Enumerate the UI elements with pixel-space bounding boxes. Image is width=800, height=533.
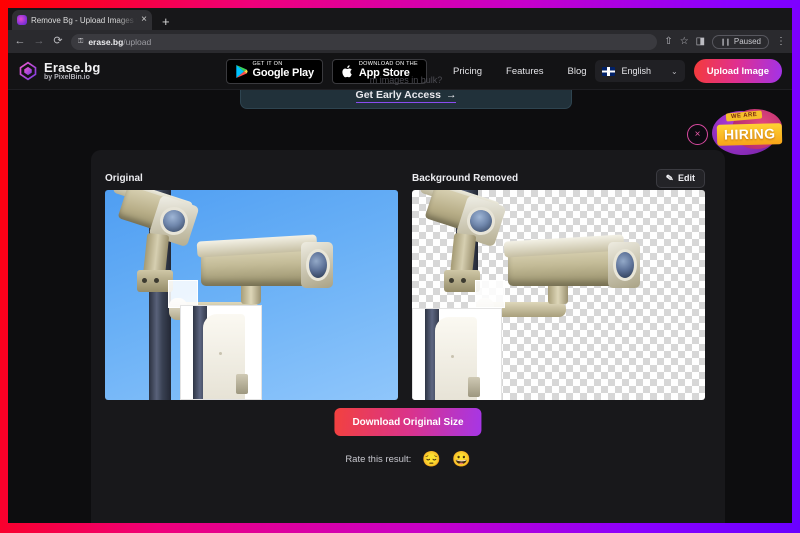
url-text: erase.bg/upload [88, 37, 151, 47]
camera2-lens [306, 249, 330, 281]
menu-icon[interactable]: ⋮ [776, 36, 786, 47]
lock-icon: ⚿ [78, 37, 84, 45]
bracket-bolt [461, 278, 466, 283]
browser-window: Remove Bg - Upload Images to × + ← → ⟳ ⚿… [8, 8, 792, 523]
background-removed-image[interactable] [412, 190, 705, 400]
site-navbar: Erase.bg by PixelBin.io GET IT ON Google… [8, 53, 792, 90]
edit-button[interactable]: ✎ Edit [656, 168, 705, 188]
panel-original-title: Original [105, 172, 143, 184]
language-value: English [621, 66, 651, 76]
overlay-clamp [468, 377, 480, 397]
rate-sad-icon[interactable]: 😔 [422, 452, 441, 467]
gradient-frame: Remove Bg - Upload Images to × + ← → ⟳ ⚿… [0, 0, 800, 533]
web-page: Get Early Access → m images in bulk? Era… [8, 53, 792, 523]
browser-toolbar: ← → ⟳ ⚿ erase.bg/upload ⇧ ☆ ◨ ❙❙ Paused … [8, 30, 792, 53]
upload-image-button[interactable]: Upload Image [693, 59, 782, 83]
new-tab-button[interactable]: + [162, 15, 170, 28]
url-path: /upload [123, 36, 152, 47]
original-image[interactable] [105, 190, 398, 400]
rating-row: Rate this result: 😔 😀 [345, 452, 470, 467]
google-play-badge[interactable]: GET IT ON Google Play [225, 58, 323, 84]
overlay-rect-large [180, 305, 262, 400]
store-badges: GET IT ON Google Play Download on the Ap… [225, 58, 427, 84]
hiring-badge[interactable]: WE ARE HIRING [710, 109, 784, 159]
chevron-down-icon: ⌄ [671, 66, 678, 76]
browser-tabstrip: Remove Bg - Upload Images to × + [8, 8, 792, 30]
app-store-big: App Store [358, 67, 410, 80]
share-icon[interactable]: ⇧ [664, 36, 672, 47]
overlay-rect-small [475, 280, 505, 308]
app-store-badge[interactable]: Download on the App Store [331, 58, 427, 84]
pencil-icon: ✎ [665, 172, 675, 183]
sidebar-icon[interactable]: ◨ [696, 36, 705, 47]
panel-original-header: Original [105, 166, 398, 190]
paused-status-button[interactable]: ❙❙ Paused [712, 34, 769, 49]
google-play-icon [235, 64, 248, 78]
google-play-big: Google Play [252, 67, 315, 80]
get-early-access-label: Get Early Access [355, 89, 441, 101]
camera2-lens [613, 249, 637, 281]
arrow-right-icon: → [445, 89, 457, 101]
erasebg-logo-icon [19, 61, 37, 81]
site-logo[interactable]: Erase.bg by PixelBin.io [18, 59, 101, 82]
panel-background-removed: Background Removed ✎ Edit [412, 166, 705, 400]
overlay-rect-small [168, 280, 198, 308]
app-store-text: Download on the App Store [359, 62, 418, 79]
pause-icon: ❙❙ [720, 38, 731, 46]
bracket-bolt [154, 278, 159, 283]
panel-original: Original [105, 166, 398, 400]
result-card: Original Background Removed ✎ Edit Downl… [91, 150, 725, 523]
address-bar[interactable]: ⚿ erase.bg/upload [71, 33, 658, 50]
back-icon[interactable]: ← [14, 36, 26, 47]
comparison-panels: Original Background Removed ✎ Edit [105, 166, 711, 400]
bracket-bolt [449, 278, 454, 283]
hiring-close-icon[interactable]: × [687, 123, 708, 145]
nav-link-pricing[interactable]: Pricing [453, 66, 482, 77]
url-domain: erase.bg [88, 36, 124, 47]
panel-removed-header: Background Removed ✎ Edit [412, 166, 705, 190]
language-selector[interactable]: English ⌄ [595, 60, 685, 82]
tab-favicon-icon [17, 15, 27, 25]
logo-title: Erase.bg [44, 59, 101, 75]
uk-flag-icon [602, 66, 616, 76]
rate-happy-icon[interactable]: 😀 [452, 452, 471, 467]
bracket-bolt [142, 278, 147, 283]
logo-text: Erase.bg by PixelBin.io [44, 59, 101, 82]
hiring-widget: × WE ARE HIRING [687, 109, 784, 159]
nav-links: Pricing Features Blog [453, 66, 587, 77]
panel-removed-title: Background Removed [412, 172, 519, 184]
logo-subtitle: by PixelBin.io [44, 74, 90, 82]
download-original-size-button[interactable]: Download Original Size [334, 408, 482, 436]
paused-label: Paused [733, 37, 761, 46]
overlay-clamp [236, 374, 248, 394]
overlay-dot [219, 352, 222, 355]
forward-icon[interactable]: → [33, 36, 45, 47]
rating-label: Rate this result: [345, 454, 412, 465]
get-early-access-link[interactable]: Get Early Access → [355, 89, 457, 103]
bookmark-icon[interactable]: ☆ [680, 36, 689, 47]
overlay-rect-large [412, 308, 502, 400]
reload-icon[interactable]: ⟳ [52, 36, 64, 47]
google-play-text: GET IT ON Google Play [252, 62, 315, 80]
overlay-dot [451, 355, 454, 358]
nav-link-blog[interactable]: Blog [568, 66, 587, 77]
tab-close-icon[interactable]: × [141, 15, 147, 25]
tab-title: Remove Bg - Upload Images to [31, 15, 138, 25]
hiring-title: HIRING [716, 123, 783, 146]
nav-link-features[interactable]: Features [506, 66, 544, 77]
apple-icon [342, 64, 352, 77]
edit-button-label: Edit [678, 173, 695, 183]
browser-tab[interactable]: Remove Bg - Upload Images to × [12, 10, 152, 30]
